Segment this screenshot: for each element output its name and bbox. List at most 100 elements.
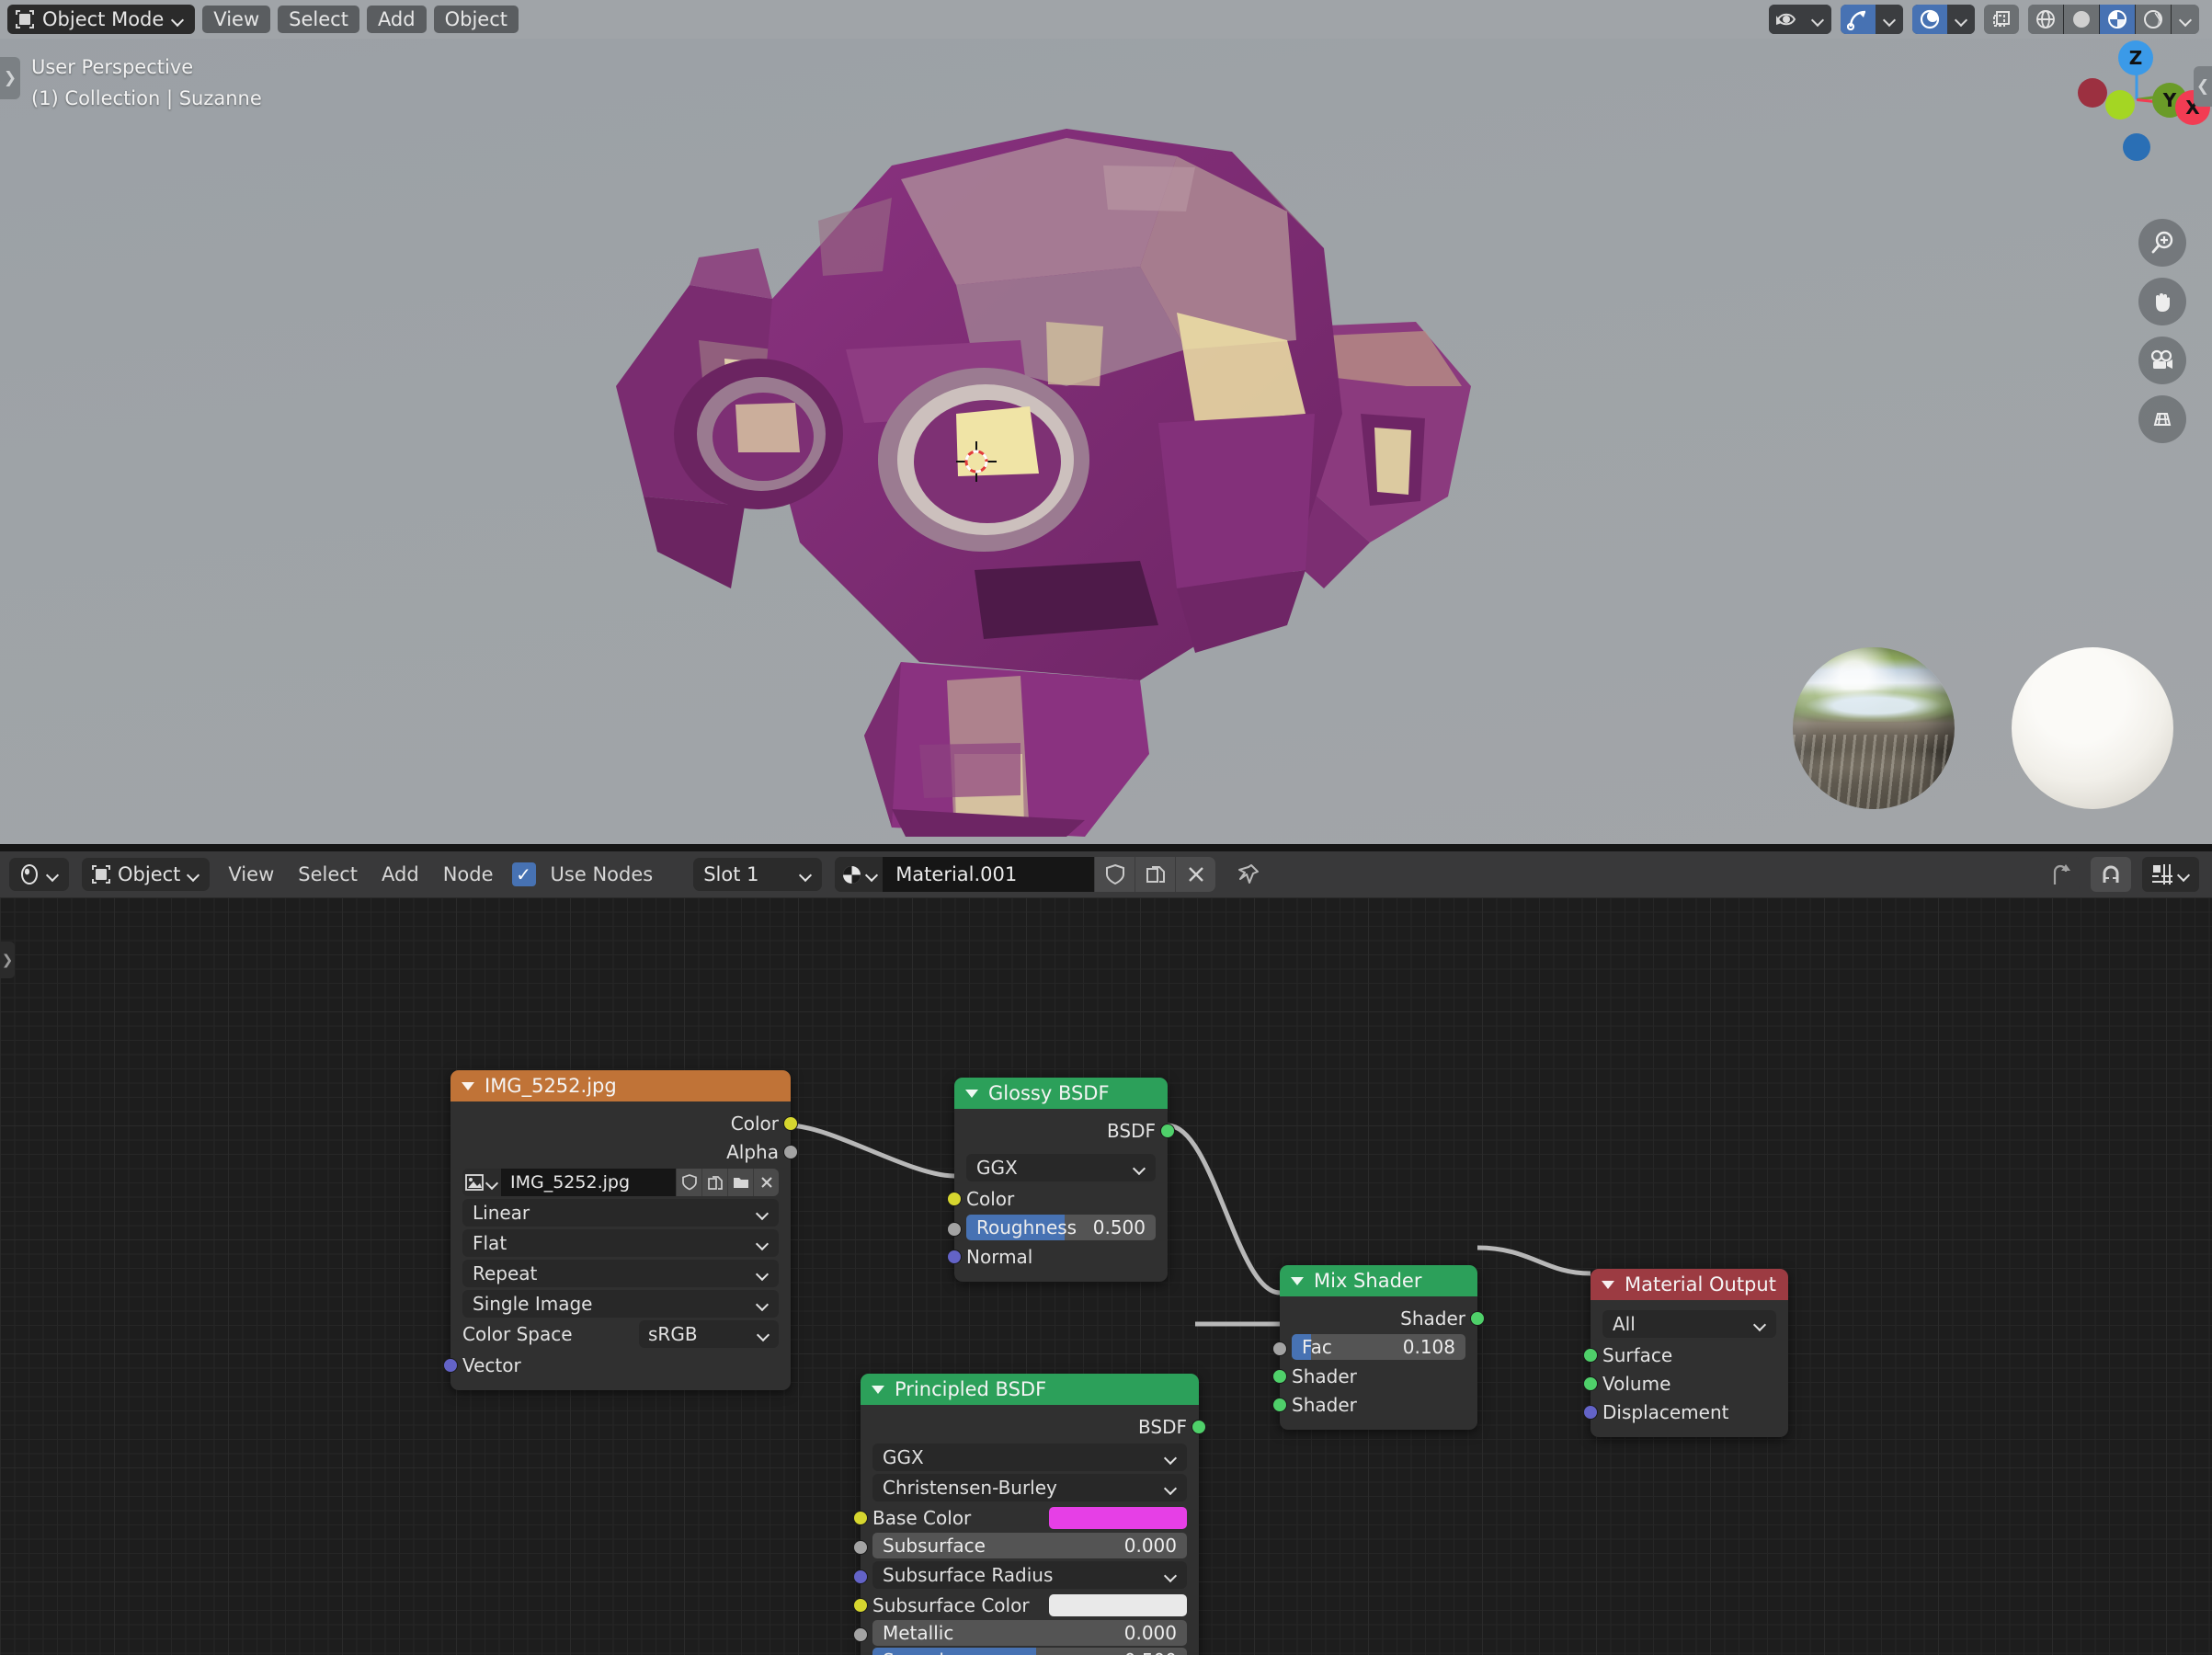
zoom-icon[interactable]	[2138, 219, 2186, 267]
snap-magnet-icon[interactable]	[2091, 857, 2131, 892]
metallic-slider[interactable]: Metallic 0.000	[872, 1620, 1187, 1646]
node-input-displacement[interactable]: Displacement	[1583, 1398, 1788, 1426]
material-datablock-field[interactable]: Material.001	[835, 857, 1216, 892]
node-output-color[interactable]: Color	[450, 1109, 798, 1137]
node-material-output[interactable]: Material Output All Surface Volume Displ…	[1583, 1269, 1788, 1437]
node-header[interactable]: Principled BSDF	[861, 1374, 1199, 1405]
material-slot-selector[interactable]: Slot 1	[693, 858, 823, 891]
node-input-surface[interactable]: Surface	[1583, 1341, 1788, 1369]
gizmo-group[interactable]	[1841, 5, 1903, 34]
specular-slider[interactable]: Specular 0.500	[872, 1648, 1187, 1655]
menu-object[interactable]: Object	[433, 6, 519, 33]
checkbox-checked-icon[interactable]: ✓	[511, 862, 536, 886]
interpolation-dropdown[interactable]: Linear	[462, 1199, 779, 1227]
socket-alpha-out[interactable]	[783, 1145, 798, 1159]
node-editor-left-panel-toggle[interactable]: ❯	[0, 942, 15, 978]
socket-fac-in[interactable]	[1272, 1341, 1287, 1356]
socket-color-out[interactable]	[783, 1116, 798, 1131]
socket-displacement-in[interactable]	[1583, 1405, 1598, 1420]
target-dropdown[interactable]: All	[1602, 1310, 1776, 1338]
shader-type-selector[interactable]: Object	[82, 858, 211, 891]
subsurface-slider[interactable]: Subsurface 0.000	[872, 1533, 1187, 1558]
shading-solid-icon[interactable]	[2064, 5, 2099, 34]
xray-group[interactable]	[1984, 5, 2019, 34]
extension-dropdown[interactable]: Repeat	[462, 1260, 779, 1287]
shield-icon[interactable]	[676, 1169, 701, 1196]
socket-volume-in[interactable]	[1583, 1376, 1598, 1391]
node-header[interactable]: Material Output	[1591, 1269, 1788, 1300]
duplicate-icon[interactable]	[701, 1169, 727, 1196]
node-menu-add[interactable]: Add	[376, 863, 425, 885]
use-nodes-toggle[interactable]: ✓ Use Nodes	[511, 862, 659, 886]
node-input-normal[interactable]: Normal	[947, 1242, 1168, 1271]
fac-slider[interactable]: Fac 0.108	[1292, 1334, 1465, 1360]
toggle-perspective-icon[interactable]	[2138, 395, 2186, 443]
open-folder-icon[interactable]	[727, 1169, 753, 1196]
socket-shader-out[interactable]	[1470, 1311, 1485, 1326]
unlink-x-icon[interactable]	[753, 1169, 779, 1196]
node-mix-shader[interactable]: Mix Shader Shader Fac 0.108 Shader Shade…	[1272, 1265, 1485, 1430]
visibility-icon[interactable]	[1769, 5, 1804, 34]
node-canvas[interactable]: ❯ IMG_5252.jpg Color Alpha IMG_5252.jpg …	[0, 897, 2212, 1655]
shading-group[interactable]	[2028, 5, 2199, 34]
socket-bsdf-out[interactable]	[1160, 1124, 1175, 1138]
node-input-volume[interactable]: Volume	[1583, 1369, 1788, 1398]
pin-icon[interactable]	[1228, 857, 1269, 892]
node-menu-select[interactable]: Select	[292, 863, 363, 885]
node-input-vector[interactable]: Vector	[443, 1351, 791, 1379]
visibility-dropdown[interactable]	[1804, 5, 1831, 34]
collapse-triangle-icon[interactable]	[1291, 1276, 1304, 1285]
overlays-icon[interactable]	[1912, 5, 1947, 34]
gizmo-axis-neg-y[interactable]	[2105, 90, 2135, 120]
3d-viewport[interactable]: Z Y X User Perspective (1) Collection | …	[0, 0, 2212, 844]
node-menu-view[interactable]: View	[222, 863, 279, 885]
camera-view-icon[interactable]	[2138, 337, 2186, 384]
socket-subsurface-in[interactable]	[853, 1540, 868, 1555]
collapse-triangle-icon[interactable]	[1602, 1280, 1614, 1289]
distribution-dropdown[interactable]: GGX	[872, 1444, 1187, 1471]
menu-select[interactable]: Select	[278, 6, 359, 33]
image-name-input[interactable]: IMG_5252.jpg	[501, 1169, 676, 1196]
socket-subsurface-radius-in[interactable]	[853, 1569, 868, 1584]
node-menu-node[interactable]: Node	[438, 863, 499, 885]
navigation-gizmo[interactable]: Z Y X	[2078, 40, 2210, 161]
editor-type-selector[interactable]	[9, 858, 69, 891]
snap-mode-selector[interactable]	[2142, 857, 2199, 892]
parent-up-icon[interactable]	[2039, 857, 2080, 892]
socket-subsurface-color-in[interactable]	[853, 1598, 868, 1613]
socket-metallic-in[interactable]	[853, 1627, 868, 1642]
viewport-right-panel-toggle[interactable]: ❮	[2194, 66, 2212, 107]
shading-dropdown[interactable]	[2172, 5, 2199, 34]
viewport-nav-buttons[interactable]	[2138, 219, 2186, 443]
menu-add[interactable]: Add	[366, 6, 427, 33]
collapse-triangle-icon[interactable]	[462, 1081, 474, 1090]
image-datablock-field[interactable]: IMG_5252.jpg	[462, 1169, 779, 1196]
gizmo-icon[interactable]	[1841, 5, 1876, 34]
gizmo-axis-z[interactable]: Z	[2118, 40, 2153, 75]
node-principled-bsdf[interactable]: Principled BSDF BSDF GGX Christensen-Bur…	[853, 1374, 1206, 1655]
pan-hand-icon[interactable]	[2138, 278, 2186, 325]
menu-view[interactable]: View	[202, 6, 271, 33]
node-header[interactable]: Mix Shader	[1280, 1265, 1477, 1296]
material-name-input[interactable]: Material.001	[883, 857, 1095, 892]
node-input-shader-1[interactable]: Shader	[1272, 1362, 1477, 1390]
projection-dropdown[interactable]: Flat	[462, 1229, 779, 1257]
gizmo-dropdown[interactable]	[1876, 5, 1903, 34]
image-browse-icon[interactable]	[462, 1169, 501, 1196]
roughness-slider[interactable]: Roughness 0.500	[966, 1215, 1156, 1240]
node-output-bsdf[interactable]: BSDF	[954, 1116, 1175, 1145]
socket-bsdf-out[interactable]	[1192, 1420, 1206, 1434]
xray-icon[interactable]	[1984, 5, 2019, 34]
shading-rendered-icon[interactable]	[2136, 5, 2171, 34]
color-space-dropdown[interactable]: sRGB	[639, 1320, 779, 1348]
socket-base-color-in[interactable]	[853, 1511, 868, 1525]
node-image-texture[interactable]: IMG_5252.jpg Color Alpha IMG_5252.jpg Li…	[443, 1070, 798, 1390]
subsurface-color-swatch[interactable]	[1049, 1593, 1187, 1616]
node-header[interactable]: Glossy BSDF	[954, 1078, 1168, 1109]
overlays-dropdown[interactable]	[1947, 5, 1975, 34]
shading-wireframe-icon[interactable]	[2028, 5, 2063, 34]
overlays-group[interactable]	[1912, 5, 1975, 34]
node-input-color[interactable]: Color	[947, 1184, 1168, 1213]
socket-surface-in[interactable]	[1583, 1348, 1598, 1363]
distribution-dropdown[interactable]: GGX	[966, 1154, 1156, 1181]
